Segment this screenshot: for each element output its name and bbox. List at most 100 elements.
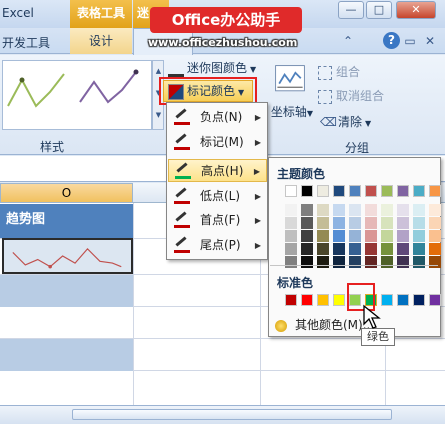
shade-swatch[interactable] <box>333 256 345 268</box>
shade-swatch[interactable] <box>317 256 329 268</box>
clear-button[interactable]: ⌫清除 ▼ <box>320 112 371 132</box>
shade-swatch[interactable] <box>429 256 441 268</box>
shade-swatch[interactable] <box>413 204 425 216</box>
shade-swatch[interactable] <box>301 217 313 229</box>
shade-swatch[interactable] <box>397 204 409 216</box>
shade-swatch[interactable] <box>349 217 361 229</box>
shade-swatch[interactable] <box>413 243 425 255</box>
shade-swatch[interactable] <box>397 256 409 268</box>
shade-swatch[interactable] <box>349 230 361 242</box>
gallery-more-icon[interactable]: ▼ <box>154 105 163 125</box>
menu-item-last-point[interactable]: 尾点(P) ▶ <box>168 234 267 257</box>
shade-swatch[interactable] <box>365 243 377 255</box>
shade-swatch[interactable] <box>349 256 361 268</box>
standard-color-swatch[interactable] <box>285 294 297 306</box>
shade-swatch[interactable] <box>333 217 345 229</box>
shade-swatch[interactable] <box>365 256 377 268</box>
standard-color-swatch[interactable] <box>429 294 441 306</box>
menu-item-low-point[interactable]: 低点(L) ▶ <box>168 185 267 208</box>
shade-swatch[interactable] <box>317 243 329 255</box>
tab-design[interactable]: 设计 <box>70 28 132 54</box>
table-row[interactable] <box>0 339 133 371</box>
ribbon-minimize-icon[interactable]: ⌃ <box>340 33 356 49</box>
axis-button[interactable]: 坐标轴▼ <box>270 102 314 122</box>
shade-column <box>285 204 297 269</box>
shade-swatch[interactable] <box>365 204 377 216</box>
column-header-o[interactable]: O <box>0 183 133 203</box>
ungroup-button[interactable]: 取消组合 <box>318 86 384 106</box>
shade-swatch[interactable] <box>285 217 297 229</box>
combine-button[interactable]: 组合 <box>318 62 360 82</box>
theme-color-swatch[interactable] <box>397 185 409 197</box>
window-restore-icon[interactable]: ▭ <box>402 33 418 49</box>
menu-item-marker[interactable]: 标记(M) ▶ <box>168 131 267 154</box>
shade-swatch[interactable] <box>381 217 393 229</box>
shade-swatch[interactable] <box>301 230 313 242</box>
shade-swatch[interactable] <box>413 230 425 242</box>
tab-developer[interactable]: 开发工具 <box>2 34 50 51</box>
shade-swatch[interactable] <box>349 204 361 216</box>
theme-color-swatch[interactable] <box>333 185 345 197</box>
style-thumb-green[interactable] <box>4 62 70 124</box>
shade-swatch[interactable] <box>381 204 393 216</box>
sparkline-cell[interactable] <box>2 238 133 274</box>
shade-swatch[interactable] <box>397 217 409 229</box>
shade-swatch[interactable] <box>333 230 345 242</box>
shade-swatch[interactable] <box>317 217 329 229</box>
window-close-icon[interactable]: ✕ <box>422 33 438 49</box>
shade-swatch[interactable] <box>333 243 345 255</box>
shade-swatch[interactable] <box>429 217 441 229</box>
minimize-button[interactable]: — <box>338 1 364 19</box>
standard-color-swatch[interactable] <box>333 294 345 306</box>
shade-swatch[interactable] <box>397 243 409 255</box>
scrollbar-thumb[interactable] <box>72 409 392 420</box>
shade-swatch[interactable] <box>381 243 393 255</box>
shade-swatch[interactable] <box>429 230 441 242</box>
shade-swatch[interactable] <box>365 230 377 242</box>
shade-swatch[interactable] <box>317 204 329 216</box>
help-icon[interactable]: ? <box>383 32 400 49</box>
theme-color-swatch[interactable] <box>317 185 329 197</box>
shade-swatch[interactable] <box>285 230 297 242</box>
theme-color-swatch[interactable] <box>413 185 425 197</box>
style-thumb-purple[interactable] <box>76 62 142 124</box>
shade-swatch[interactable] <box>429 204 441 216</box>
axis-icon[interactable] <box>270 62 310 98</box>
restore-button[interactable]: □ <box>366 1 392 19</box>
theme-color-swatch[interactable] <box>285 185 297 197</box>
shade-swatch[interactable] <box>397 230 409 242</box>
shade-swatch[interactable] <box>349 243 361 255</box>
shade-swatch[interactable] <box>301 256 313 268</box>
standard-color-swatch[interactable] <box>317 294 329 306</box>
standard-color-swatch[interactable] <box>413 294 425 306</box>
theme-color-swatch[interactable] <box>301 185 313 197</box>
sparkline-color-button[interactable]: 迷你图颜色 ▼ <box>168 58 256 78</box>
shade-swatch[interactable] <box>429 243 441 255</box>
shade-swatch[interactable] <box>413 217 425 229</box>
theme-color-swatch[interactable] <box>381 185 393 197</box>
menu-item-high-point[interactable]: 高点(H) ▶ <box>168 159 267 182</box>
standard-color-swatch[interactable] <box>381 294 393 306</box>
shade-swatch[interactable] <box>365 217 377 229</box>
shade-swatch[interactable] <box>413 256 425 268</box>
shade-swatch[interactable] <box>285 243 297 255</box>
menu-item-first-point[interactable]: 首点(F) ▶ <box>168 209 267 232</box>
shade-swatch[interactable] <box>381 230 393 242</box>
table-row[interactable] <box>0 275 133 307</box>
theme-color-swatch[interactable] <box>429 185 441 197</box>
shade-swatch[interactable] <box>333 204 345 216</box>
standard-color-swatch[interactable] <box>397 294 409 306</box>
theme-color-swatch[interactable] <box>365 185 377 197</box>
menu-item-negative[interactable]: 负点(N) ▶ <box>168 106 267 129</box>
close-button[interactable]: ✕ <box>396 1 436 19</box>
shade-swatch[interactable] <box>285 256 297 268</box>
trend-header-cell[interactable]: 趋势图 <box>0 204 133 238</box>
shade-swatch[interactable] <box>317 230 329 242</box>
theme-color-swatch[interactable] <box>349 185 361 197</box>
shade-swatch[interactable] <box>301 204 313 216</box>
shade-swatch[interactable] <box>285 204 297 216</box>
shade-swatch[interactable] <box>381 256 393 268</box>
standard-color-swatch[interactable] <box>301 294 313 306</box>
more-colors-item[interactable]: 其他颜色(M)... <box>275 316 374 333</box>
shade-swatch[interactable] <box>301 243 313 255</box>
